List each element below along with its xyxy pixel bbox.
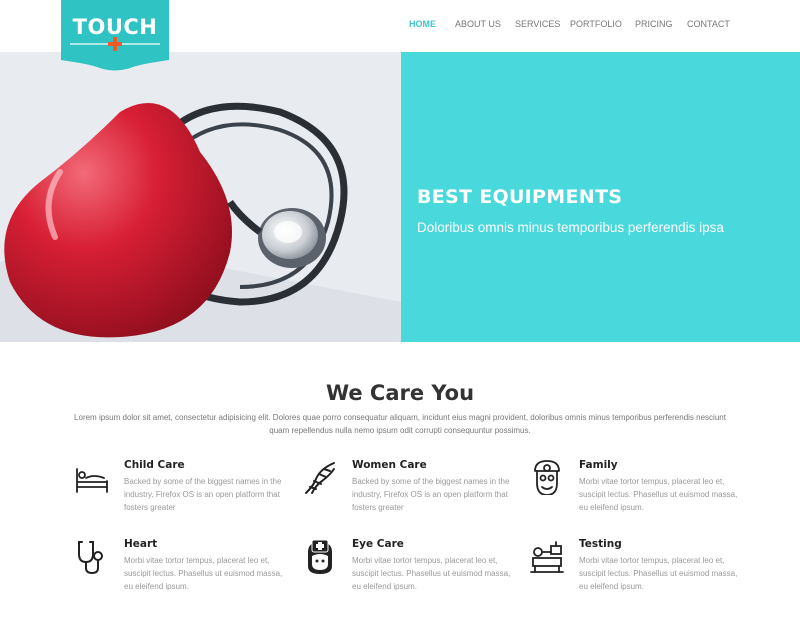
feature-title: Testing [579,538,622,550]
doctor-icon [534,460,560,495]
lab-equipment-icon [530,541,564,573]
hero-title: BEST EQUIPMENTS [417,186,623,208]
feature-title: Child Care [124,459,185,471]
feature-text: Morbi vitae tortor tempus, placerat leo … [352,556,511,591]
hero-caption-panel: BEST EQUIPMENTS Doloribus omnis minus te… [401,52,800,342]
feature-eye-care: Eye Care Morbi vitae tortor tempus, plac… [302,538,522,608]
feature-text: Morbi vitae tortor tempus, placerat leo … [579,556,738,591]
feature-text: Backed by some of the biggest names in t… [352,477,510,512]
logo[interactable]: TOUCH [61,0,169,72]
feature-title: Family [579,459,618,471]
nav-item-portfolio[interactable]: PORTFOLIO [570,19,622,29]
nurse-icon [308,539,332,574]
feature-child-care: Child Care Backed by some of the biggest… [74,459,294,529]
feature-title: Heart [124,538,158,550]
feature-heart: Heart Morbi vitae tortor tempus, placera… [74,538,294,608]
hospital-bed-icon [76,468,108,493]
nav-item-pricing[interactable]: PRICING [635,19,673,29]
hero-image [0,52,401,342]
hero-slider: BEST EQUIPMENTS Doloribus omnis minus te… [0,52,800,342]
feature-testing: Testing Morbi vitae tortor tempus, place… [529,538,749,608]
section-description: Lorem ipsum dolor sit amet, consectetur … [74,413,726,435]
logo-text: TOUCH [72,15,158,39]
feature-title: Eye Care [352,538,404,550]
nav-item-services[interactable]: SERVICES [515,19,560,29]
nav-item-home[interactable]: HOME [409,19,436,29]
section-title: We Care You [325,381,475,405]
dna-icon [305,462,335,494]
feature-text: Backed by some of the biggest names in t… [124,477,282,512]
feature-family: Family Morbi vitae tortor tempus, placer… [529,459,749,529]
nav-item-about-us[interactable]: ABOUT US [455,19,501,29]
feature-text: Morbi vitae tortor tempus, placerat leo … [579,477,738,512]
plus-icon [108,37,122,51]
feature-text: Morbi vitae tortor tempus, placerat leo … [124,556,283,591]
nav-item-contact[interactable]: CONTACT [687,19,730,29]
stethoscope-icon [78,541,103,574]
hero-subtitle: Doloribus omnis minus temporibus perfere… [417,220,724,235]
feature-title: Women Care [352,459,427,471]
feature-women-care: Women Care Backed by some of the biggest… [302,459,522,529]
